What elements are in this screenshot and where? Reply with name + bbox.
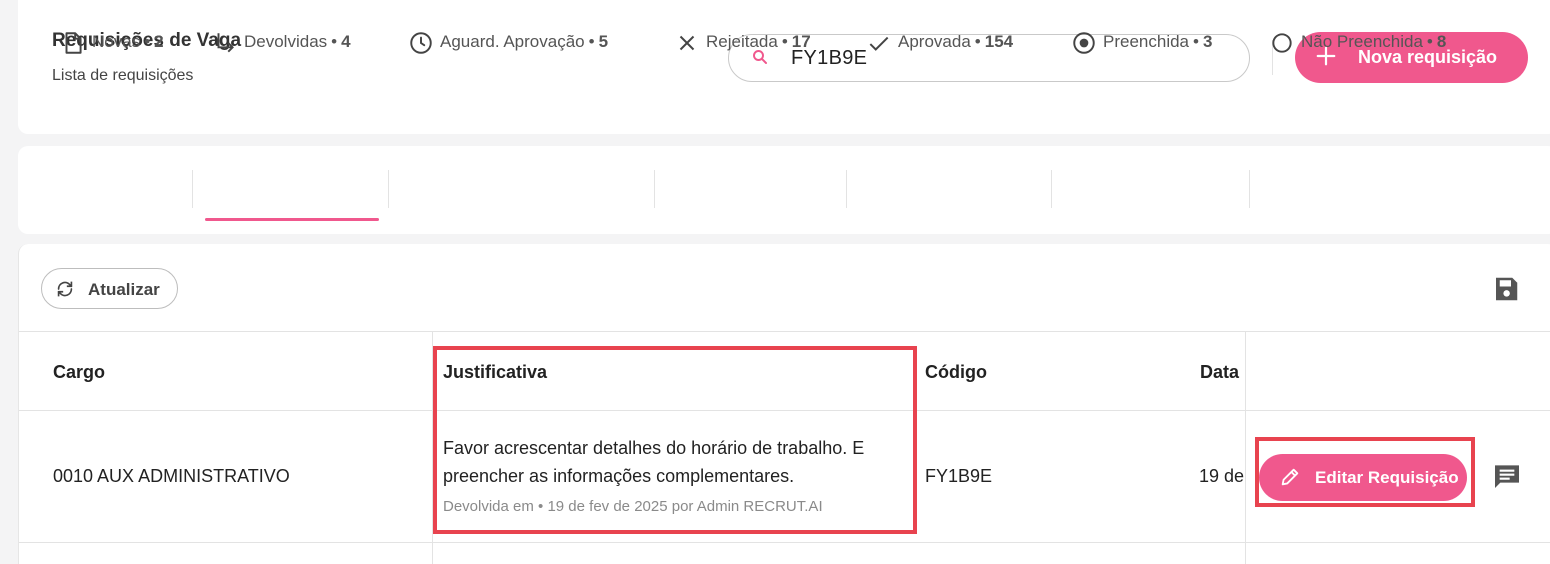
tab-aprovada[interactable]: Aprovada • 154: [866, 28, 1013, 78]
refresh-icon: [57, 281, 73, 297]
refresh-button[interactable]: Atualizar: [41, 268, 178, 309]
radio-empty-icon: [1272, 33, 1292, 53]
active-tab-indicator: [205, 218, 379, 221]
tab-novas[interactable]: Novas • 2: [60, 28, 164, 78]
tab-label: Devolvidas: [244, 32, 328, 51]
tab-devolvidas[interactable]: Devolvidas • 4: [212, 28, 351, 78]
justification-highlight-box: [433, 346, 917, 534]
column-divider: [1245, 331, 1246, 564]
radio-filled-icon: [1073, 32, 1095, 54]
tab-count: 4: [341, 32, 351, 51]
tab-divider: [1249, 170, 1250, 208]
tab-preenchida[interactable]: Preenchida • 3: [1071, 28, 1212, 78]
tab-count: 5: [598, 32, 609, 51]
tab-divider: [846, 170, 847, 208]
tab-label: Preenchida: [1103, 32, 1190, 51]
clock-icon: [410, 32, 432, 54]
tab-count: 8: [1436, 32, 1447, 51]
tab-label: Aprovada: [898, 32, 971, 51]
save-icon[interactable]: [1491, 274, 1521, 304]
tab-separator: •: [588, 32, 595, 51]
tab-divider: [1051, 170, 1052, 208]
tab-aguard-aprovacao[interactable]: Aguard. Aprovação • 5: [408, 28, 608, 78]
tab-separator: •: [974, 32, 981, 51]
cell-codigo: FY1B9E: [925, 466, 993, 486]
cell-cargo: 0010 AUX ADMINISTRATIVO: [53, 466, 290, 486]
edit-button-highlight-box: [1255, 437, 1475, 507]
tab-count: 3: [1202, 32, 1213, 51]
tab-count: 2: [154, 32, 164, 51]
tab-separator: •: [144, 32, 151, 51]
column-header-cargo[interactable]: Cargo: [53, 362, 105, 383]
tab-separator: •: [331, 32, 338, 51]
comment-icon[interactable]: [1491, 460, 1523, 492]
tab-separator: •: [781, 32, 788, 51]
tab-rejeitada[interactable]: Rejeitada • 17: [674, 28, 811, 78]
tab-count: 154: [984, 32, 1014, 51]
table-header-top-border: [19, 331, 1550, 332]
refresh-label: Atualizar: [88, 280, 160, 299]
table-row-border: [19, 542, 1550, 543]
tab-label: Aguard. Aprovação: [440, 32, 585, 51]
close-icon: [679, 35, 695, 51]
tab-divider: [388, 170, 389, 208]
tab-label: Novas: [92, 32, 141, 51]
cell-data: 19 de: [1199, 466, 1245, 486]
tab-separator: •: [1193, 32, 1199, 51]
document-icon: [65, 32, 82, 54]
column-header-codigo[interactable]: Código: [925, 362, 987, 383]
tab-nao-preenchida[interactable]: Não Preenchida • 8: [1269, 28, 1446, 78]
requisitions-table-card: Atualizar Cargo Justificativa Código Dat…: [18, 244, 1550, 564]
tab-label: Rejeitada: [706, 32, 778, 51]
tab-divider: [654, 170, 655, 208]
tab-separator: •: [1426, 32, 1433, 51]
column-header-data[interactable]: Data: [1200, 362, 1239, 383]
tab-divider: [192, 170, 193, 208]
tab-count: 17: [791, 32, 811, 51]
tab-label: Não Preenchida: [1301, 32, 1423, 51]
return-arrow-icon: [217, 33, 234, 53]
check-icon: [869, 36, 889, 51]
